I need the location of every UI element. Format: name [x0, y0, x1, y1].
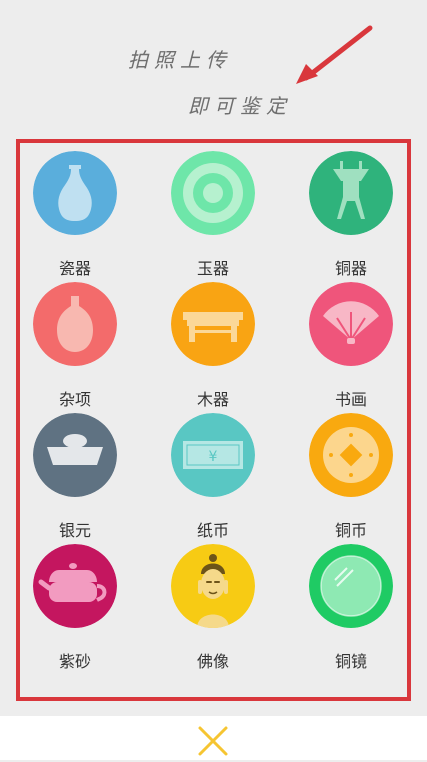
banknote-icon: ¥ [171, 413, 255, 497]
category-painting[interactable]: 书画 [296, 282, 406, 414]
category-porcelain[interactable]: 瓷器 [20, 151, 130, 283]
category-jade[interactable]: 玉器 [158, 151, 268, 283]
teapot-icon [33, 544, 117, 628]
category-grid: 瓷器 玉器 铜器 杂项 木器 书画 银元 ¥ 纸币 铜币 紫砂 佛像 铜镜 [20, 143, 407, 697]
category-label: 铜币 [334, 521, 367, 540]
jade-disc-icon [171, 151, 255, 235]
category-circle [309, 413, 393, 497]
category-zisha[interactable]: 紫砂 [20, 544, 130, 676]
category-banknote[interactable]: ¥ 纸币 [158, 413, 268, 545]
category-circle: ¥ [171, 413, 255, 497]
category-label: 银元 [58, 521, 91, 540]
wood-table-icon [171, 282, 255, 366]
vase-icon [33, 151, 117, 235]
category-label: 铜器 [334, 259, 367, 278]
category-misc[interactable]: 杂项 [20, 282, 130, 414]
category-circle [309, 151, 393, 235]
category-label: 佛像 [196, 652, 229, 671]
silver-ingot-icon [33, 413, 117, 497]
buddha-icon [171, 544, 255, 628]
category-label: 玉器 [196, 259, 229, 278]
close-button[interactable] [196, 724, 230, 758]
svg-text:¥: ¥ [209, 449, 218, 465]
category-circle [33, 544, 117, 628]
category-label: 书画 [334, 390, 367, 409]
arrow-icon [296, 25, 373, 84]
category-circle [33, 413, 117, 497]
category-frame: 瓷器 玉器 铜器 杂项 木器 书画 银元 ¥ 纸币 铜币 紫砂 佛像 铜镜 [16, 139, 411, 701]
category-silver-dollar[interactable]: 银元 [20, 413, 130, 545]
category-label: 纸币 [196, 521, 229, 540]
bronze-vessel-icon [309, 151, 393, 235]
category-wood[interactable]: 木器 [158, 282, 268, 414]
category-mirror[interactable]: 铜镜 [296, 544, 406, 676]
mirror-icon [309, 544, 393, 628]
category-copper-coin[interactable]: 铜币 [296, 413, 406, 545]
category-circle [171, 282, 255, 366]
category-circle [171, 151, 255, 235]
category-circle [33, 151, 117, 235]
category-bronze[interactable]: 铜器 [296, 151, 406, 283]
copper-coin-icon [309, 413, 393, 497]
category-label: 紫砂 [58, 652, 91, 671]
category-circle [309, 282, 393, 366]
hint-line-2: 即可鉴定 [188, 94, 292, 118]
category-circle [33, 282, 117, 366]
hint-line-1: 拍照上传 [128, 48, 232, 72]
category-label: 瓷器 [58, 259, 91, 278]
hint-area: 拍照上传 即可鉴定 [0, 0, 427, 130]
category-label: 铜镜 [334, 652, 367, 671]
category-buddha[interactable]: 佛像 [158, 544, 268, 676]
fan-icon [309, 282, 393, 366]
category-label: 木器 [196, 390, 229, 409]
bottle-icon [33, 282, 117, 366]
category-circle [171, 544, 255, 628]
close-icon [198, 726, 228, 756]
category-label: 杂项 [58, 390, 91, 409]
category-circle [309, 544, 393, 628]
